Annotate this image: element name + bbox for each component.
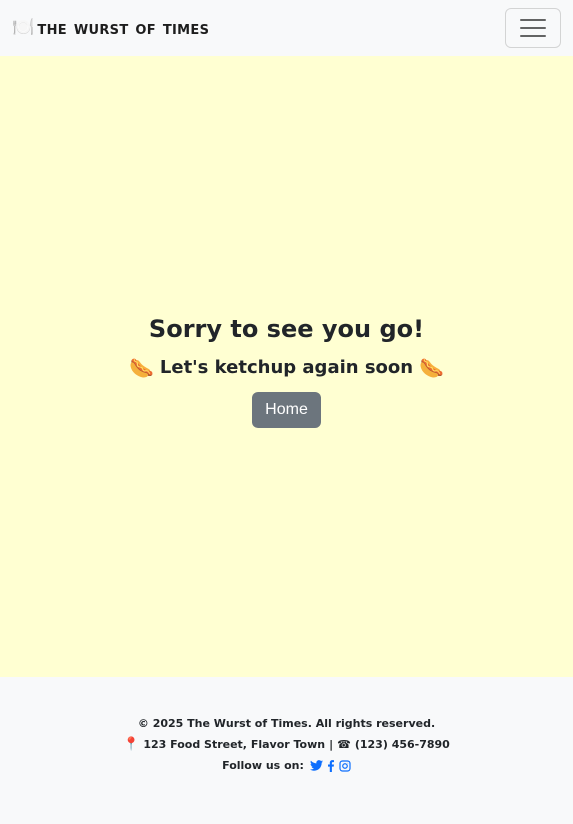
page-heading: Sorry to see you go! (148, 315, 425, 343)
social-links (309, 759, 351, 772)
hotdog-icon: 🌭 (419, 355, 445, 380)
navbar: 🍽️ The Wurst of Times (0, 0, 573, 56)
social-line: Follow us on: (222, 755, 351, 776)
separator: | (329, 738, 334, 751)
twitter-icon[interactable] (309, 760, 323, 772)
subheading-text: Let's ketchup again soon (159, 357, 414, 378)
instagram-icon[interactable] (339, 759, 351, 772)
copyright-text: © 2025 The Wurst of Times. All rights re… (137, 717, 436, 730)
contact-line: 📍 123 Food Street, Flavor Town | ☎ (123)… (123, 734, 450, 755)
navbar-toggler-button[interactable] (505, 8, 561, 48)
footer: © 2025 The Wurst of Times. All rights re… (0, 677, 573, 824)
location-pin-icon: 📍 (123, 737, 140, 752)
brand-name: The Wurst of Times (37, 17, 210, 39)
hamburger-icon-bar (520, 19, 546, 21)
hotdog-icon: 🌭 (128, 355, 154, 380)
hamburger-icon-bar (520, 35, 546, 37)
phone-icon: ☎ (337, 738, 351, 751)
follow-label: Follow us on: (222, 759, 304, 772)
plate-cutlery-icon: 🍽️ (12, 17, 35, 38)
main-content: Sorry to see you go! 🌭 Let's ketchup aga… (0, 56, 573, 677)
phone-text: (123) 456-7890 (354, 738, 450, 751)
home-button[interactable]: Home (252, 392, 321, 428)
hamburger-icon-bar (520, 27, 546, 29)
subheading: 🌭 Let's ketchup again soon 🌭 (129, 357, 444, 378)
brand-link[interactable]: 🍽️ The Wurst of Times (12, 17, 209, 39)
facebook-icon[interactable] (327, 759, 335, 772)
address-text: 123 Food Street, Flavor Town (143, 738, 326, 751)
